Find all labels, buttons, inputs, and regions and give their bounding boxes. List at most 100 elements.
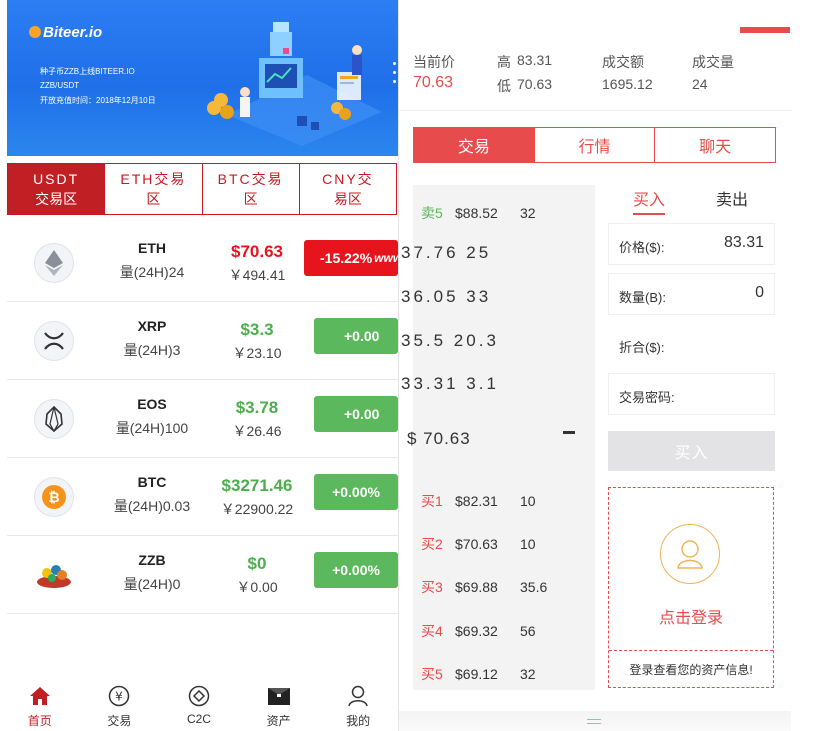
order-row-buy2[interactable]: 买2 $70.63 10 [421, 534, 536, 554]
tab-eth-market[interactable]: ETH交易 区 [104, 163, 203, 215]
nav-label: 我的 [346, 714, 371, 728]
trade-tabs: 交易 行情 聊天 [413, 127, 776, 163]
nav-c2c[interactable]: C2C [159, 676, 239, 731]
login-note: 登录查看您的资产信息! [629, 663, 753, 677]
banner-pager[interactable] [193, 146, 233, 156]
nav-assets[interactable]: 资产 [239, 676, 319, 731]
tab-market[interactable]: 行情 [533, 128, 655, 162]
nav-profile[interactable]: 我的 [318, 676, 398, 731]
btc-icon: ₿ [34, 477, 74, 517]
coin-name: BTC [137, 474, 167, 490]
user-avatar-icon[interactable] [660, 524, 720, 584]
high-value: 83.31 [517, 52, 553, 68]
c2c-icon [188, 684, 210, 708]
quantity-input[interactable]: 0 [755, 284, 764, 302]
coin-volume: 量(24H)100 [115, 420, 189, 436]
order-row-buy3[interactable]: 买3 $69.88 35.6 [421, 577, 547, 597]
tab-cny-market[interactable]: CNY交 易区 [298, 163, 397, 215]
order-qty: 10 [520, 493, 536, 509]
banner-line-3: 开放充值时间：2018年12月10日 [40, 96, 156, 105]
tab-chat[interactable]: 聊天 [654, 128, 775, 162]
trade-password-field[interactable]: 交易密码: [608, 373, 775, 415]
tab-btc-market[interactable]: BTC交易 区 [201, 163, 300, 215]
coin-cny-price: ￥494.41 [228, 267, 286, 283]
tab-label-top: USDT [33, 171, 80, 187]
last-price: $ 70.63 [407, 429, 471, 448]
order-row-buy5[interactable]: 买5 $69.12 32 [421, 664, 536, 684]
order-price: $88.52 [455, 205, 498, 221]
coin-price: $70.63 [231, 242, 283, 261]
coin-cny-price: ￥0.00 [236, 579, 278, 595]
nav-label: 交易 [107, 714, 132, 728]
market-panel: Biteer.io 种子币ZZB上线BITEER.IO ZZB/USDT 开放充… [0, 0, 399, 731]
coin-row-eth[interactable]: ETH 量(24H)24 $70.63 ￥494.41 -15.22%www. [7, 224, 398, 302]
quantity-field[interactable]: 数量(B): 0 [608, 273, 775, 315]
coin-cny-price: ￥22900.22 [220, 501, 294, 517]
order-row-sell[interactable]: 36.05 33 [401, 287, 491, 307]
nav-label: C2C [186, 712, 211, 726]
svg-text:₿: ₿ [48, 490, 59, 506]
change-watermark: www. [374, 251, 398, 265]
nav-trade[interactable]: ¥ 交易 [80, 676, 160, 731]
market-tabs: USDT 交易区 ETH交易 区 BTC交易 区 CNY交 易区 [7, 163, 397, 215]
order-side-label: 买2 [421, 536, 443, 552]
tab-usdt-market[interactable]: USDT 交易区 [7, 163, 106, 215]
price-input[interactable]: 83.31 [724, 234, 764, 252]
banner-line-1: 种子币ZZB上线BITEER.IO [40, 67, 135, 76]
login-box: 点击登录 登录查看您的资产信息! [608, 487, 774, 688]
change-badge: +0.00% [314, 474, 398, 510]
tab-label-top: ETH交易 [120, 171, 187, 187]
tab-sell[interactable]: 卖出 [716, 186, 748, 210]
price-label: 价格($): [619, 240, 665, 255]
order-qty: 35.6 [520, 579, 548, 595]
buy-button[interactable]: 买入 [608, 431, 775, 471]
order-row-sell[interactable]: 33.31 3.1 [401, 374, 499, 394]
coin-price: $3.78 [235, 398, 279, 417]
change-badge: +0.00 [314, 318, 398, 354]
change-value: +0.00 [344, 328, 380, 344]
top-accent-bar [740, 27, 790, 33]
coin-name: XRP [137, 318, 167, 334]
user-icon [348, 684, 368, 708]
order-row-sell[interactable]: 35.5 20.3 [401, 331, 499, 351]
order-price: $70.63 [455, 536, 498, 552]
order-row-sell[interactable]: 37.76 25 [401, 243, 491, 263]
order-row-sell5[interactable]: 卖5 $88.52 32 [421, 203, 536, 223]
coin-row-btc[interactable]: ₿ BTC 量(24H)0.03 $3271.46 ￥22900.22 +0.0… [7, 458, 398, 536]
trade-panel: 当前价 70.63 高 83.31 低 70.63 成交额 1695.12 成交… [399, 0, 818, 731]
volume-label: 成交量 [692, 54, 734, 70]
coin-cny-price: ￥23.10 [232, 345, 282, 361]
change-value: +0.00% [332, 562, 380, 578]
order-row-buy4[interactable]: 买4 $69.32 56 [421, 621, 536, 641]
eos-icon [34, 399, 74, 439]
drag-handle[interactable] [587, 719, 601, 724]
price-field[interactable]: 价格($): 83.31 [608, 223, 775, 265]
divider [609, 650, 773, 652]
svg-text:¥: ¥ [116, 690, 124, 704]
coin-volume: 量(24H)24 [119, 264, 185, 280]
coin-row-xrp[interactable]: XRP 量(24H)3 $3.3 ￥23.10 +0.00 [7, 302, 398, 380]
order-row-buy1[interactable]: 买1 $82.31 10 [421, 491, 536, 511]
nav-home[interactable]: 首页 [0, 676, 80, 731]
zzb-icon [34, 555, 74, 595]
order-side-label: 卖5 [421, 205, 443, 221]
promo-banner[interactable]: Biteer.io 种子币ZZB上线BITEER.IO ZZB/USDT 开放充… [7, 0, 398, 156]
nav-label: 资产 [266, 714, 291, 728]
coin-row-eos[interactable]: EOS 量(24H)100 $3.78 ￥26.46 +0.00 [7, 380, 398, 458]
tab-trade[interactable]: 交易 [414, 128, 534, 162]
coin-row-zzb[interactable]: ZZB 量(24H)0 $0 ￥0.00 +0.00% [7, 536, 398, 614]
change-value: +0.00 [344, 406, 380, 422]
coin-name: ETH [138, 240, 166, 256]
order-price: $69.12 [455, 666, 498, 682]
order-side-label: 买1 [421, 493, 443, 509]
coin-volume: 量(24H)0.03 [113, 498, 191, 514]
order-price: $69.88 [455, 579, 498, 595]
buy-sell-switch: 买入 卖出 [633, 184, 773, 215]
coin-name: ZZB [138, 552, 166, 568]
tab-buy[interactable]: 买入 [633, 186, 666, 215]
order-qty: 32 [520, 666, 536, 682]
current-price-label: 当前价 [413, 54, 455, 70]
login-link[interactable]: 点击登录 [609, 604, 773, 628]
coin-name: EOS [137, 396, 167, 412]
coin-cny-price: ￥26.46 [232, 423, 282, 439]
